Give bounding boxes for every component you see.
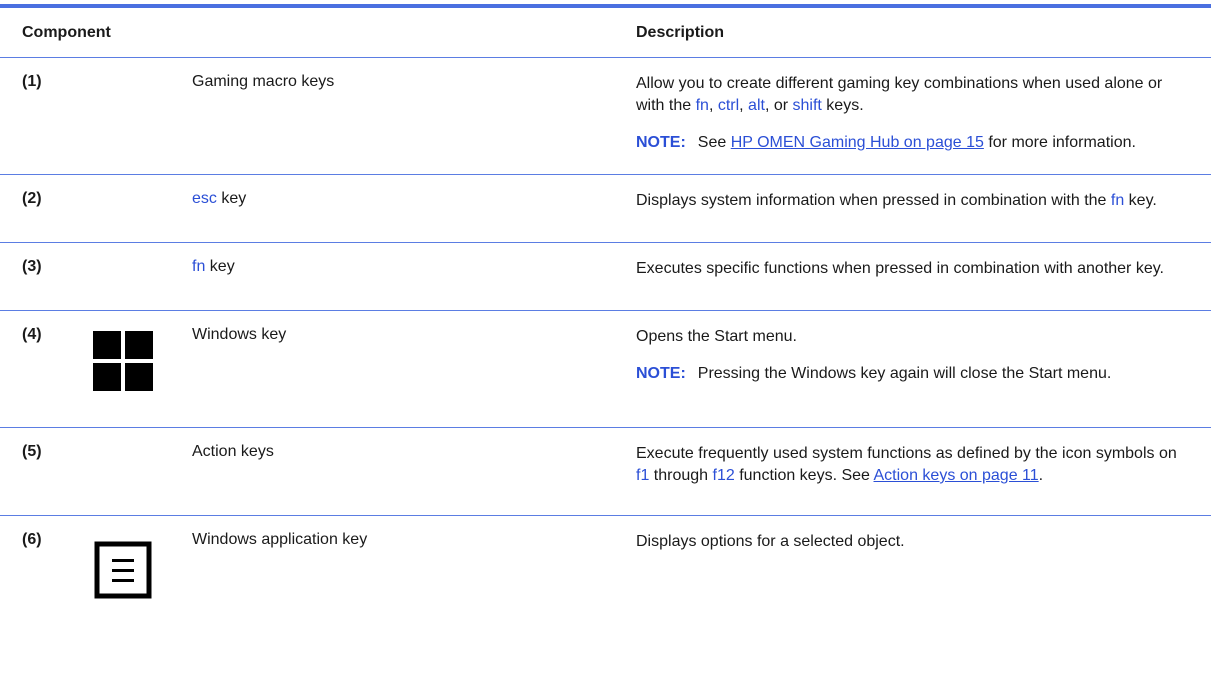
table-row: (2) esc key Displays system information …	[0, 175, 1211, 243]
key-esc: esc	[192, 190, 217, 207]
component-description: Execute frequently used system functions…	[636, 443, 1181, 487]
text: Pressing the Windows key again will clos…	[697, 365, 1112, 382]
component-name: fn key	[192, 258, 235, 276]
row-number: (5)	[22, 443, 42, 460]
link-omen-gaming-hub[interactable]: HP OMEN Gaming Hub on page 15	[731, 134, 984, 151]
application-menu-icon	[93, 540, 153, 605]
text: through	[649, 467, 713, 484]
description-text: Execute frequently used system functions…	[636, 443, 1181, 487]
table-row: (3) fn key Executes specific functions w…	[0, 243, 1211, 311]
text: function keys. See	[734, 467, 874, 484]
description-text: Displays system information when pressed…	[636, 190, 1181, 212]
note: NOTE: Pressing the Windows key again will…	[636, 363, 1181, 385]
key-ctrl: ctrl	[717, 97, 740, 114]
table-row: (1) Gaming macro keys Allow you to creat…	[0, 58, 1211, 175]
text: keys.	[821, 97, 864, 114]
text: key.	[1124, 192, 1157, 209]
text: for more information.	[983, 134, 1136, 151]
text: Displays system information when pressed…	[636, 192, 1111, 209]
component-name: Action keys	[192, 443, 274, 460]
key-f12: f12	[712, 467, 735, 484]
description-text: Allow you to create different gaming key…	[636, 73, 1181, 117]
link-action-keys[interactable]: Action keys on page 11	[874, 467, 1039, 484]
component-name: Windows key	[192, 326, 287, 343]
component-table: Component Description (1) Gaming macro k…	[0, 4, 1211, 616]
component-name: Windows application key	[192, 531, 368, 548]
row-number: (2)	[22, 190, 42, 207]
key-fn: fn	[1110, 192, 1125, 209]
component-name: esc key	[192, 190, 246, 208]
text: ,	[708, 97, 718, 114]
key-f1: f1	[636, 467, 650, 484]
description-text: Executes specific functions when pressed…	[636, 260, 1164, 277]
row-number: (6)	[22, 531, 42, 548]
row-number: (1)	[22, 73, 42, 90]
description-text: Displays options for a selected object.	[636, 533, 905, 550]
key-alt: alt	[748, 97, 765, 114]
windows-logo-icon	[93, 331, 153, 396]
note: NOTE: See HP OMEN Gaming Hub on page 15 f…	[636, 132, 1181, 154]
component-description: Opens the Start menu. NOTE: Pressing the …	[636, 326, 1181, 385]
component-description: Allow you to create different gaming key…	[636, 73, 1181, 154]
table-row: (4) Windows key Opens the Start menu. NO…	[0, 311, 1211, 428]
text: .	[1038, 467, 1044, 484]
header-description: Description	[636, 24, 725, 41]
text: key	[216, 190, 247, 207]
table-row: (5) Action keys Execute frequently used …	[0, 428, 1211, 516]
description-text: Opens the Start menu.	[636, 328, 797, 345]
row-number: (3)	[22, 258, 42, 275]
text: ,	[739, 97, 749, 114]
text: Execute frequently used system functions…	[636, 445, 1177, 462]
component-name: Gaming macro keys	[192, 73, 335, 90]
table-header: Component Description	[0, 8, 1211, 58]
text: key	[205, 258, 235, 275]
note-label: NOTE:	[636, 134, 686, 151]
row-number: (4)	[22, 326, 42, 343]
key-fn: fn	[192, 258, 206, 275]
note-label: NOTE:	[636, 365, 686, 382]
text: , or	[764, 97, 793, 114]
key-shift: shift	[792, 97, 822, 114]
header-component: Component	[22, 24, 111, 41]
key-fn: fn	[695, 97, 709, 114]
component-description: Displays system information when pressed…	[636, 190, 1181, 212]
component-description: Executes specific functions when pressed…	[636, 258, 1181, 280]
text: See	[697, 134, 731, 151]
component-description: Displays options for a selected object.	[636, 531, 1181, 553]
table-row: (6) Windows application key Displays opt…	[0, 516, 1211, 616]
